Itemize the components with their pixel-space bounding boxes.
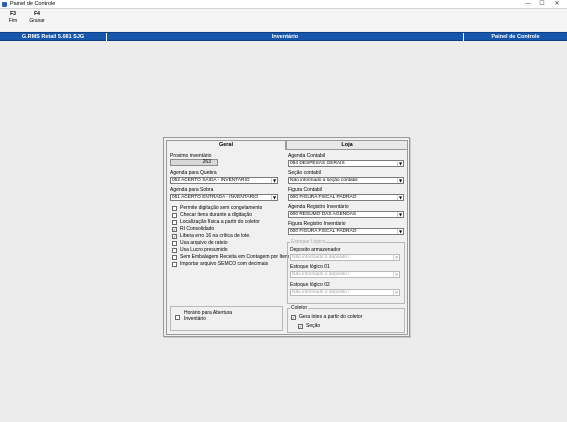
deposito-value: Não informado o deposito ! — [292, 255, 350, 260]
agenda-quebra-select[interactable]: 052 ACERTO SAIDA - INVENTARIO ▼ — [170, 177, 278, 184]
estoque-02-value: Não informado o deposito ! — [292, 290, 350, 295]
window-titlebar: Painel de Controle — ☐ ✕ — [0, 0, 567, 9]
figura-registro-select[interactable]: 000 FIGURA FISCAL PADRAO ▼ — [288, 228, 404, 235]
gera-lotes-label: Gera lotes a partir do coletor — [299, 314, 363, 320]
agenda-sobra-value: 051 ACERTO ENTRADA - INVENTARIO — [172, 195, 259, 200]
check-importar-semco[interactable] — [172, 262, 177, 267]
fim-key: F3 — [10, 11, 16, 17]
control-panel-dialog: Geral Loja Proximo inventário 263 Agenda… — [163, 137, 410, 337]
chevron-down-icon[interactable]: ▼ — [393, 272, 399, 277]
check-permite-digitacao[interactable] — [172, 206, 177, 211]
check-checar-itens[interactable] — [172, 213, 177, 218]
check-arquivo-rateio-label: Usa arquivo de rateio — [180, 240, 228, 246]
check-localizacao-fisica[interactable] — [172, 220, 177, 225]
header-bar: G.RMS Retail 5.681 SJG Inventário Painel… — [0, 32, 567, 41]
figura-contabil-select[interactable]: 000 FIGURA FISCAL PADRAO ▼ — [288, 194, 404, 201]
check-secao[interactable]: ✓ — [298, 324, 303, 329]
chevron-down-icon[interactable]: ▼ — [271, 178, 277, 183]
figura-registro-value: 000 FIGURA FISCAL PADRAO — [290, 229, 357, 234]
check-importar-semco-label: Importar arquivo SEMCO com decimais — [180, 261, 269, 267]
check-localizacao-fisica-label: Localização física a partir do coletor — [180, 219, 260, 225]
screen-title: Painel de Controle — [491, 34, 540, 40]
tab-geral[interactable]: Geral — [166, 140, 286, 150]
estoque-02-select[interactable]: Não informado o deposito ! ▼ — [290, 289, 400, 296]
chevron-down-icon[interactable]: ▼ — [393, 255, 399, 260]
tab-loja[interactable]: Loja — [286, 140, 408, 149]
system-version: G.RMS Retail 5.681 SJG — [0, 33, 107, 41]
horario-abertura-box: Horário para Abertura Inventário — [170, 306, 283, 331]
agenda-registro-label: Agenda Registro Inventário — [288, 204, 349, 210]
check-sem-embalagem[interactable] — [172, 255, 177, 260]
check-ri-consolidado[interactable]: ✓ — [172, 227, 177, 232]
proximo-inventario-field: 263 — [170, 159, 218, 166]
chevron-down-icon[interactable]: ▼ — [397, 229, 403, 234]
window-title: Painel de Controle — [10, 1, 56, 7]
fim-label: Fim — [8, 18, 18, 24]
agenda-quebra-value: 052 ACERTO SAIDA - INVENTARIO — [172, 178, 250, 183]
gravar-button[interactable]: F4 Gravar — [28, 11, 46, 25]
chevron-down-icon[interactable]: ▼ — [393, 290, 399, 295]
agenda-contabil-select[interactable]: 094 DESPESAS GERAIS ▼ — [288, 160, 404, 167]
agenda-sobra-label: Agenda para Sobra — [170, 187, 214, 193]
check-checar-itens-label: Checar itens durante a digitação — [180, 212, 252, 218]
estoque-01-label: Estoque lógico 01 — [290, 264, 330, 270]
gravar-label: Gravar — [29, 18, 45, 24]
toolbar: F3 Fim F4 Gravar — [0, 9, 567, 31]
deposito-select[interactable]: Não informado o deposito ! ▼ — [290, 254, 400, 261]
agenda-contabil-label: Agenda Contabil — [288, 153, 325, 159]
check-horario-abertura[interactable] — [175, 315, 180, 320]
maximize-icon[interactable]: ☐ — [536, 0, 548, 8]
check-permite-digitacao-label: Permite digitação sem congelamento — [180, 205, 263, 211]
secao-contabil-select[interactable]: Não informado a seção contabil ▼ — [288, 177, 404, 184]
estoque-logico-title: Estoque Lógico — [290, 239, 327, 245]
app-icon — [2, 2, 7, 7]
fim-button[interactable]: F3 Fim — [6, 11, 20, 25]
figura-registro-label: Figura Registro Inventário — [288, 221, 346, 227]
module-title: Inventário — [107, 33, 464, 41]
coletor-title: Coletor — [290, 305, 309, 311]
check-libera-erro-label: Libera erro 16 na crítica de lote. — [180, 233, 251, 239]
chevron-down-icon[interactable]: ▼ — [397, 212, 403, 217]
check-gera-lotes[interactable]: ✓ — [291, 315, 296, 320]
tab-panel-geral: Proximo inventário 263 Agenda para Quebr… — [166, 149, 408, 335]
check-ri-consolidado-label: RI Consolidado — [180, 226, 215, 232]
check-sem-embalagem-label: Sem Embalagem Receita em Contagem por It… — [180, 254, 290, 260]
check-arquivo-rateio[interactable] — [172, 241, 177, 246]
estoque-01-value: Não informado o deposito ! — [292, 272, 350, 277]
chevron-down-icon[interactable]: ▼ — [397, 195, 403, 200]
agenda-registro-value: 000 RESUMO DAS AGENDAS — [290, 212, 357, 217]
horario-abertura-label-2: Inventário — [184, 316, 206, 322]
estoque-01-select[interactable]: Não informado o deposito ! ▼ — [290, 271, 400, 278]
figura-contabil-value: 000 FIGURA FISCAL PADRAO — [290, 195, 357, 200]
agenda-registro-select[interactable]: 000 RESUMO DAS AGENDAS ▼ — [288, 211, 404, 218]
estoque-logico-group: Estoque Lógico Deposito armazenador Não … — [287, 239, 405, 304]
check-lucro-presumido-label: Usa Lucro presumido — [180, 247, 228, 253]
coletor-group: Coletor ✓ Gera lotes a partir do coletor… — [287, 305, 405, 333]
chevron-down-icon[interactable]: ▼ — [397, 161, 403, 166]
minimize-icon[interactable]: — — [522, 0, 534, 8]
agenda-quebra-label: Agenda para Quebra — [170, 170, 217, 176]
secao-contabil-value: Não informado a seção contabil — [290, 178, 358, 183]
secao-label: Seção — [306, 323, 321, 329]
secao-contabil-label: Seção contabil — [288, 170, 321, 176]
chevron-down-icon[interactable]: ▼ — [397, 178, 403, 183]
agenda-sobra-select[interactable]: 051 ACERTO ENTRADA - INVENTARIO ▼ — [170, 194, 278, 201]
chevron-down-icon[interactable]: ▼ — [271, 195, 277, 200]
check-lucro-presumido[interactable] — [172, 248, 177, 253]
agenda-contabil-value: 094 DESPESAS GERAIS — [290, 161, 345, 166]
close-icon[interactable]: ✕ — [551, 0, 563, 8]
check-libera-erro[interactable]: ✓ — [172, 234, 177, 239]
gravar-key: F4 — [34, 11, 40, 17]
deposito-label: Deposito armazenador — [290, 247, 341, 253]
estoque-02-label: Estoque lógico 02 — [290, 282, 330, 288]
figura-contabil-label: Figura Contabil — [288, 187, 322, 193]
